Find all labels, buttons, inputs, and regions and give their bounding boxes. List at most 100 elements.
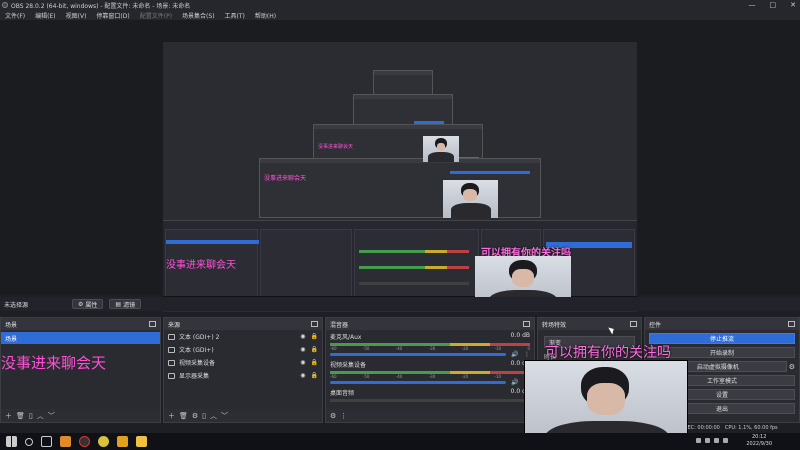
- nested-preview-2: 没事进来聊会天: [259, 158, 541, 218]
- remove-scene-icon[interactable]: 🗑: [16, 412, 25, 420]
- lock-icon[interactable]: 🔒: [311, 333, 318, 340]
- menu-scene-collection[interactable]: 场景集合(S): [177, 11, 220, 20]
- scenes-footer: ＋ 🗑 ▯ ︿ ﹀: [1, 409, 160, 422]
- more-icon[interactable]: ⋮: [340, 412, 347, 420]
- preview-canvas[interactable]: 没事进来聊会天 没事进来聊会天 没事进来聊会天 可以拥有你的关注吗: [163, 42, 637, 312]
- float-dock-icon[interactable]: [311, 321, 318, 327]
- scenes-dock-title: 场景: [1, 318, 160, 330]
- speaker-icon[interactable]: 🔊: [511, 379, 518, 386]
- lock-icon[interactable]: 🔒: [311, 359, 318, 366]
- advanced-audio-icon[interactable]: ⚙: [330, 412, 336, 420]
- gear-icon: ⚙: [78, 300, 84, 308]
- eye-icon[interactable]: ◉: [300, 333, 305, 340]
- nested-webcam-1: [443, 180, 498, 218]
- tray-icon[interactable]: [705, 438, 710, 443]
- obs-taskbar-icon[interactable]: [79, 436, 90, 447]
- move-up-icon[interactable]: ︿: [37, 411, 44, 421]
- mixer-dock: 混音器 麦克风/Aux 0.0 dB -60 -50 -40 -30 -20 -10 0 🔊 ⋮…: [325, 317, 535, 423]
- eye-icon[interactable]: ◉: [300, 372, 305, 379]
- minimize-icon[interactable]: —: [749, 0, 756, 10]
- cpu-fps: CPU: 1.1%, 60.00 fps: [724, 425, 778, 431]
- lock-icon[interactable]: 🔒: [311, 372, 318, 379]
- app-icon[interactable]: [117, 436, 128, 447]
- eye-icon[interactable]: ◉: [300, 346, 305, 353]
- float-dock-icon[interactable]: [149, 321, 156, 327]
- title-bar: OBS 28.0.2 (64-bit, windows) - 配置文件: 未命名…: [0, 0, 800, 10]
- mixer-channel: 桌面音频 0.0 dB: [326, 386, 534, 402]
- sources-dock: 来源 文本 (GDI+) 2 ◉ 🔒 文本 (GDI+) ◉ 🔒 视频采集设备 ◉ 🔒…: [163, 317, 323, 423]
- text-icon: [168, 333, 175, 340]
- float-dock-icon[interactable]: [523, 321, 530, 327]
- volume-slider[interactable]: [330, 353, 506, 356]
- menu-tools[interactable]: 工具(T): [220, 11, 250, 20]
- text-icon: [168, 346, 175, 353]
- move-down-icon[interactable]: ﹀: [221, 411, 228, 421]
- nested-mixer-dock: [354, 229, 479, 299]
- remove-source-icon[interactable]: 🗑: [179, 412, 188, 420]
- tray-icon[interactable]: [723, 438, 728, 443]
- tray-icon[interactable]: [696, 438, 701, 443]
- transitions-dock-title: 转场特效: [538, 318, 641, 330]
- nested-scenes-dock: 没事进来聊会天: [165, 229, 259, 299]
- nested-webcam-2: [423, 136, 459, 162]
- windows-start-icon[interactable]: [6, 436, 17, 447]
- menu-edit[interactable]: 编辑(E): [30, 11, 60, 20]
- lock-icon[interactable]: 🔒: [311, 346, 318, 353]
- gear-icon[interactable]: ⚙: [789, 363, 795, 371]
- search-icon[interactable]: [25, 437, 33, 446]
- app-icon[interactable]: [98, 436, 109, 447]
- source-item[interactable]: 视频采集设备 ◉ 🔒: [164, 356, 322, 369]
- system-tray: [696, 438, 728, 443]
- menu-bar: 文件(F) 编辑(E) 视图(V) 停靠窗口(D) 配置文件(P) 场景集合(S…: [0, 10, 800, 20]
- nested-pink-text-2: 没事进来聊会天: [264, 175, 307, 182]
- nested-pink-text-1: 没事进来聊会天: [166, 260, 236, 271]
- menu-file[interactable]: 文件(F): [0, 11, 30, 20]
- source-item[interactable]: 文本 (GDI+) ◉ 🔒: [164, 343, 322, 356]
- menu-profile[interactable]: 配置文件(P): [135, 11, 177, 20]
- scene-item[interactable]: 场景: [1, 332, 160, 344]
- nested-sources-dock: [260, 229, 352, 299]
- eye-icon[interactable]: ◉: [300, 359, 305, 366]
- app-icon[interactable]: [60, 436, 71, 447]
- menu-docks[interactable]: 停靠窗口(D): [91, 11, 134, 20]
- add-source-icon[interactable]: ＋: [168, 411, 175, 421]
- filter-icon: ▤: [115, 300, 122, 308]
- mixer-channel: 麦克风/Aux 0.0 dB -60 -50 -40 -30 -20 -10 0 🔊 ⋮: [330, 332, 530, 358]
- nested-preview-5: [373, 70, 433, 96]
- windows-taskbar: [0, 433, 800, 450]
- nested-pink-text-3: 没事进来聊会天: [318, 144, 354, 150]
- tray-icon[interactable]: [714, 438, 719, 443]
- speaker-icon[interactable]: 🔊: [511, 351, 518, 358]
- move-down-icon[interactable]: ﹀: [48, 411, 55, 421]
- volume-slider[interactable]: [330, 381, 506, 384]
- no-source-label: 未选择源: [4, 301, 29, 309]
- properties-label: 属性: [85, 301, 98, 309]
- close-icon[interactable]: ✕: [790, 0, 796, 10]
- source-item[interactable]: 文本 (GDI+) 2 ◉ 🔒: [164, 330, 322, 343]
- menu-view[interactable]: 视图(V): [61, 11, 92, 20]
- status-bar: REC: 00:00:00 CPU: 1.1%, 60.00 fps: [684, 423, 800, 433]
- menu-help[interactable]: 帮助(H): [250, 11, 281, 20]
- filters-label: 滤镜: [123, 301, 136, 309]
- move-up-icon[interactable]: ︿: [210, 411, 217, 421]
- float-dock-icon[interactable]: [630, 321, 637, 327]
- filters-button[interactable]: ▤ 滤镜: [109, 299, 142, 309]
- maximize-icon[interactable]: □: [770, 0, 777, 10]
- scene-overlay-text: 没事进来聊会天: [1, 354, 107, 372]
- source-settings-icon[interactable]: ⚙: [192, 412, 198, 420]
- monitor-icon: [168, 372, 175, 379]
- obs-logo-icon: [2, 2, 8, 8]
- float-dock-icon[interactable]: [788, 321, 795, 327]
- separator-icon: ▯: [202, 411, 207, 420]
- add-scene-icon[interactable]: ＋: [5, 411, 12, 421]
- volume-meter: [330, 399, 530, 402]
- app-icon[interactable]: [136, 436, 147, 447]
- properties-button[interactable]: ⚙ 属性: [72, 299, 104, 309]
- source-item[interactable]: 显示器采集 ◉ 🔒: [164, 369, 322, 382]
- sources-dock-title: 来源: [164, 318, 322, 330]
- mixer-dock-title: 混音器: [326, 318, 534, 330]
- task-view-icon[interactable]: [41, 436, 52, 447]
- more-icon[interactable]: ⋮: [524, 351, 530, 358]
- system-clock[interactable]: 20:12 2022/9/30: [746, 434, 772, 448]
- volume-meter: [330, 343, 530, 346]
